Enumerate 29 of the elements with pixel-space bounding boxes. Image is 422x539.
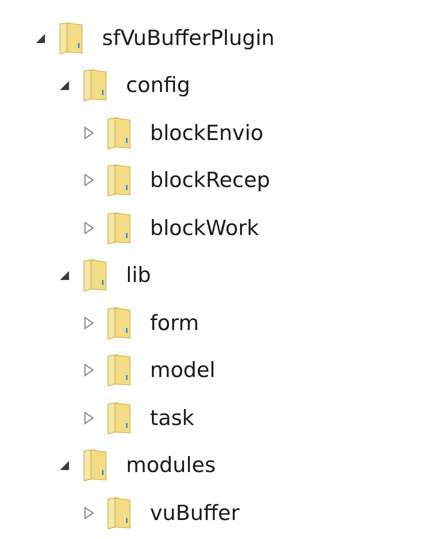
- folder-icon: [106, 163, 132, 198]
- folder-name[interactable]: task: [150, 406, 194, 430]
- folder-icon: [106, 400, 132, 435]
- collapsed-arrow-icon[interactable]: [82, 506, 96, 520]
- collapsed-arrow-icon[interactable]: [82, 126, 96, 140]
- folder-name[interactable]: blockRecep: [150, 168, 270, 192]
- folder-name[interactable]: vuBuffer: [150, 500, 240, 525]
- collapsed-arrow-icon[interactable]: [82, 363, 96, 378]
- folder-icon: [106, 116, 132, 150]
- folder-name[interactable]: modules: [126, 453, 216, 478]
- collapsed-arrow-icon[interactable]: [82, 410, 96, 425]
- folder-icon: [82, 448, 108, 482]
- folder-icon: [82, 68, 108, 102]
- folder-icon: [106, 496, 132, 530]
- collapsed-arrow-icon[interactable]: [82, 220, 96, 235]
- folder-name[interactable]: config: [126, 73, 190, 98]
- collapsed-arrow-icon[interactable]: [82, 173, 96, 188]
- folder-name[interactable]: blockEnvio: [150, 120, 264, 145]
- collapsed-arrow-icon[interactable]: [82, 316, 96, 330]
- folder-icon: [106, 353, 132, 388]
- folder-name[interactable]: model: [150, 358, 216, 382]
- folder-name[interactable]: blockWork: [150, 216, 259, 240]
- folder-icon: [106, 210, 132, 245]
- folder-name[interactable]: lib: [126, 263, 151, 288]
- folder-icon: [82, 258, 108, 292]
- folder-name[interactable]: form: [150, 310, 199, 335]
- folder-name[interactable]: sfVuBufferPlugin: [102, 26, 275, 50]
- folder-icon: [106, 306, 132, 340]
- folder-icon: [58, 20, 84, 55]
